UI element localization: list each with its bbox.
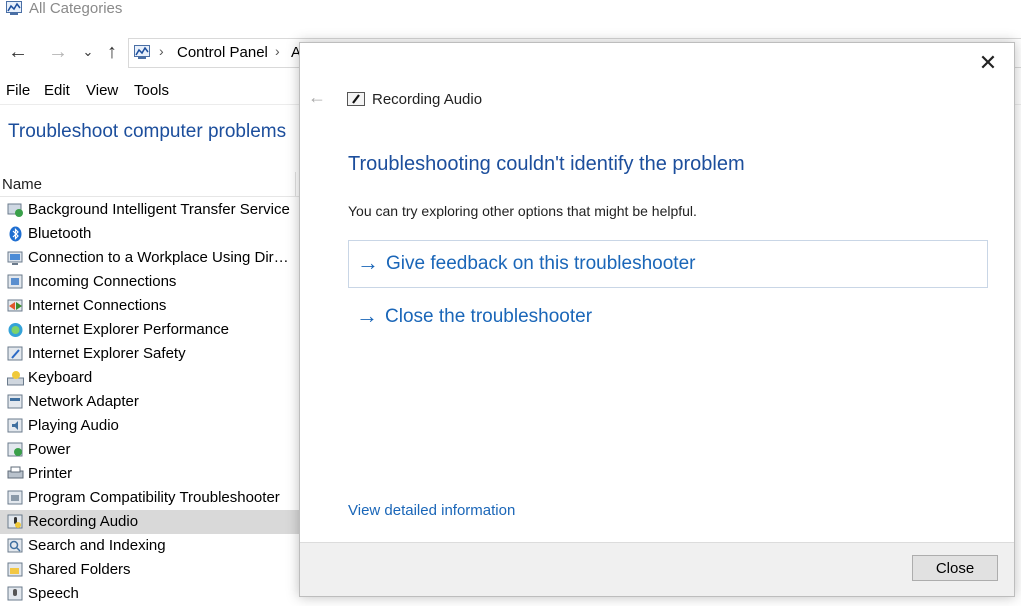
list-item[interactable]: Internet Explorer Safety [0, 342, 300, 366]
list-item-label: Printer [28, 465, 73, 482]
list-item[interactable]: Keyboard [0, 366, 300, 390]
list-item-label: Speech [28, 585, 79, 602]
workplace-connection-icon [7, 251, 23, 265]
troubleshooter-dialog: ✕ ← Recording Audio Troubleshooting coul… [299, 42, 1015, 597]
list-item[interactable]: Shared Folders [0, 558, 300, 582]
recent-locations-chevron-icon[interactable]: ⌄ [76, 40, 100, 64]
shared-folders-icon [7, 562, 23, 577]
list-item-label: Network Adapter [28, 393, 139, 410]
list-item[interactable]: Connection to a Workplace Using DirectAc… [0, 246, 300, 270]
list-item-label: Bluetooth [28, 225, 92, 242]
dialog-footer: Close [300, 542, 1014, 596]
chevron-right-icon[interactable]: › [275, 43, 280, 59]
give-feedback-option[interactable]: → Give feedback on this troubleshooter [348, 240, 988, 288]
ie-safety-icon [7, 346, 23, 361]
list-item[interactable]: Network Adapter [0, 390, 300, 414]
control-panel-icon [6, 1, 22, 15]
window-titlebar: All Categories [0, 0, 1021, 20]
list-item-label: Internet Explorer Safety [28, 345, 186, 362]
back-arrow-icon[interactable]: ← [308, 87, 326, 108]
menu-edit[interactable]: Edit [44, 82, 70, 99]
column-header-label: Name [2, 176, 43, 193]
dialog-app-title: Recording Audio [372, 91, 483, 108]
list-item[interactable]: Printer [0, 462, 300, 486]
page-title: Troubleshoot computer problems [8, 121, 287, 142]
search-indexing-icon [7, 538, 23, 553]
list-item-label: Search and Indexing [28, 537, 166, 554]
list-item-label: Keyboard [28, 369, 93, 386]
keyboard-icon [7, 371, 24, 386]
list-item[interactable]: Playing Audio [0, 414, 300, 438]
close-button[interactable]: Close [912, 555, 998, 581]
list-item[interactable]: Internet Connections [0, 294, 300, 318]
list-item[interactable]: Bluetooth [0, 222, 300, 246]
list-item[interactable]: Background Intelligent Transfer Service [0, 198, 300, 222]
list-item-label: Recording Audio [28, 513, 139, 530]
incoming-connections-icon [7, 274, 23, 289]
list-item[interactable]: Program Compatibility Troubleshooter [0, 486, 300, 510]
program-compatibility-icon [7, 490, 23, 505]
network-adapter-icon [7, 394, 23, 409]
column-divider[interactable] [295, 172, 296, 196]
menu-tools[interactable]: Tools [134, 82, 169, 99]
forward-arrow-icon[interactable]: → [46, 40, 70, 64]
power-icon [7, 442, 23, 457]
internet-connections-icon [7, 299, 23, 312]
menu-file[interactable]: File [6, 82, 30, 99]
bits-icon [7, 203, 23, 217]
list-item[interactable]: Incoming Connections [0, 270, 300, 294]
view-detailed-information-link[interactable]: View detailed information [348, 502, 515, 519]
list-item-label: Background Intelligent Transfer Service [28, 201, 290, 218]
chevron-right-icon[interactable]: › [159, 43, 164, 59]
column-header-name[interactable]: Name [0, 172, 300, 197]
control-panel-icon [134, 45, 150, 59]
list-item-label: Program Compatibility Troubleshooter [28, 489, 280, 506]
recording-audio-icon [347, 92, 365, 106]
list-item-selected[interactable]: Recording Audio [0, 510, 300, 534]
troubleshooter-list: Background Intelligent Transfer Service … [0, 198, 300, 606]
printer-icon [7, 466, 24, 479]
list-item-label: Incoming Connections [28, 273, 177, 290]
close-troubleshooter-option[interactable]: → Close the troubleshooter [348, 294, 988, 342]
list-item[interactable]: Power [0, 438, 300, 462]
back-arrow-icon[interactable]: ← [6, 40, 30, 64]
breadcrumb-control-panel[interactable]: Control Panel [177, 44, 268, 61]
list-item[interactable]: Speech [0, 582, 300, 606]
list-item-label: Power [28, 441, 71, 458]
list-item-label: Playing Audio [28, 417, 119, 434]
arrow-right-icon: → [356, 303, 378, 328]
list-item-label: Internet Connections [28, 297, 167, 314]
speech-icon [7, 586, 23, 601]
recording-audio-icon [7, 514, 23, 529]
list-item-label: Connection to a Workplace Using DirectAc… [28, 249, 292, 266]
arrow-right-icon: → [357, 250, 379, 275]
ie-performance-icon [8, 323, 23, 337]
list-item[interactable]: Internet Explorer Performance [0, 318, 300, 342]
dialog-heading: Troubleshooting couldn't identify the pr… [348, 153, 745, 175]
list-item[interactable]: Search and Indexing [0, 534, 300, 558]
bluetooth-icon [9, 226, 22, 242]
dialog-description: You can try exploring other options that… [348, 203, 697, 219]
close-icon[interactable]: ✕ [976, 50, 1000, 75]
list-item-label: Internet Explorer Performance [28, 321, 229, 338]
menu-view[interactable]: View [86, 82, 118, 99]
up-arrow-icon[interactable]: ↑ [100, 40, 124, 64]
list-item-label: Shared Folders [28, 561, 131, 578]
option-label: Close the troubleshooter [385, 306, 593, 327]
window-title: All Categories [29, 0, 123, 17]
playing-audio-icon [7, 418, 23, 433]
option-label: Give feedback on this troubleshooter [386, 253, 696, 274]
